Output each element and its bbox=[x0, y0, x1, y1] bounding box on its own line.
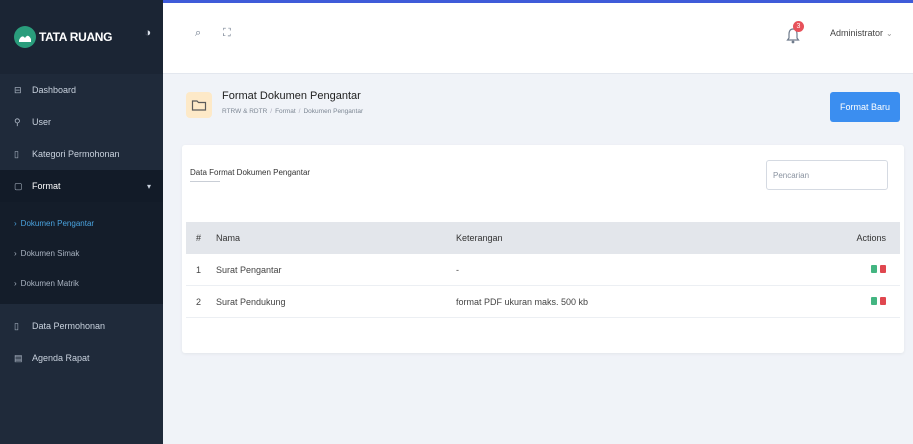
table-header: # Nama Keterangan Actions bbox=[186, 222, 900, 254]
user-icon: ⚲ bbox=[14, 116, 21, 127]
page-title: Format Dokumen Pengantar bbox=[222, 90, 361, 102]
sidebar-item-user[interactable]: ⚲ User bbox=[0, 106, 163, 138]
topbar: ⌕ ⛶ 3 Administrator ⌄ bbox=[163, 0, 913, 74]
sidebar-item-kategori[interactable]: ▯ Kategori Permohonan bbox=[0, 138, 163, 170]
submenu-item-dokumen-pengantar[interactable]: › Dokumen Pengantar bbox=[0, 208, 163, 238]
sidebar-item-agenda-rapat[interactable]: ▤ Agenda Rapat bbox=[0, 342, 163, 374]
brand[interactable]: TATA RUANG ◑ bbox=[0, 0, 163, 74]
submenu-item-label: Dokumen Matrik bbox=[20, 278, 79, 288]
dashboard-icon: ⊟ bbox=[14, 84, 22, 95]
header-actions: Actions bbox=[856, 233, 886, 243]
new-format-button[interactable]: Format Baru bbox=[830, 92, 900, 122]
breadcrumb-item[interactable]: RTRW & RDTR bbox=[222, 108, 267, 115]
bullet-icon: › bbox=[14, 248, 17, 258]
user-name: Administrator bbox=[830, 28, 884, 38]
sidebar-item-label: Kategori Permohonan bbox=[32, 149, 120, 159]
sidebar-item-label: Format bbox=[32, 181, 61, 191]
cell-name: Surat Pendukung bbox=[216, 296, 286, 307]
breadcrumb-separator: / bbox=[270, 108, 273, 115]
header-name[interactable]: Nama bbox=[212, 233, 456, 243]
submenu-item-dokumen-simak[interactable]: › Dokumen Simak bbox=[0, 238, 163, 268]
breadcrumb-item[interactable]: Format bbox=[275, 108, 296, 115]
bullet-icon: › bbox=[14, 278, 17, 288]
brand-name: TATA RUANG bbox=[39, 30, 113, 44]
breadcrumb: RTRW & RDTR / Format / Dokumen Pengantar bbox=[222, 108, 363, 115]
search-icon[interactable]: ⌕ bbox=[195, 27, 201, 40]
submenu-item-label: Dokumen Simak bbox=[20, 248, 80, 258]
cell-name: Surat Pengantar bbox=[216, 264, 282, 275]
breadcrumb-item-current: Dokumen Pengantar bbox=[303, 108, 364, 115]
breadcrumb-separator: / bbox=[298, 108, 301, 115]
card-title: Data Format Dokumen Pengantar bbox=[190, 168, 311, 177]
format-icon: ▢ bbox=[14, 180, 23, 191]
sidebar-item-label: User bbox=[32, 117, 52, 127]
delete-icon[interactable] bbox=[880, 296, 886, 305]
header-no: # bbox=[196, 233, 202, 243]
calendar-icon: ▤ bbox=[14, 352, 23, 363]
sidebar-item-label: Agenda Rapat bbox=[32, 353, 90, 363]
sidebar: TATA RUANG ◑ ⊟ Dashboard ⚲ User ▯ Katego… bbox=[0, 0, 163, 444]
format-table: # Nama Keterangan Actions 1 Surat Pengan… bbox=[186, 222, 900, 318]
sidebar-item-format[interactable]: ▢ Format ▾ bbox=[0, 170, 163, 202]
logo-icon bbox=[14, 26, 36, 48]
edit-icon[interactable] bbox=[871, 296, 877, 305]
cell-no: 1 bbox=[196, 264, 202, 275]
sidebar-menu: ⊟ Dashboard ⚲ User ▯ Kategori Permohonan… bbox=[0, 74, 163, 374]
cell-no: 2 bbox=[196, 296, 202, 307]
user-menu[interactable]: Administrator ⌄ bbox=[830, 28, 893, 38]
sidebar-item-dashboard[interactable]: ⊟ Dashboard bbox=[0, 74, 163, 106]
header-keterangan[interactable]: Keterangan bbox=[456, 233, 836, 243]
cell-keterangan: format PDF ukuran maks. 500 kb bbox=[456, 296, 589, 307]
format-submenu: › Dokumen Pengantar › Dokumen Simak › Do… bbox=[0, 202, 163, 304]
data-icon: ▯ bbox=[14, 320, 19, 331]
cell-actions bbox=[836, 296, 896, 307]
submenu-item-label: Dokumen Pengantar bbox=[20, 218, 95, 228]
sidebar-item-label: Dashboard bbox=[32, 85, 77, 95]
sidebar-item-data-permohonan[interactable]: ▯ Data Permohonan bbox=[0, 310, 163, 342]
table-row: 2 Surat Pendukung format PDF ukuran maks… bbox=[186, 286, 900, 318]
card-title-underline bbox=[190, 181, 220, 182]
bullet-icon: › bbox=[14, 218, 17, 228]
folder-icon bbox=[186, 92, 212, 118]
submenu-item-dokumen-matrik[interactable]: › Dokumen Matrik bbox=[0, 268, 163, 298]
fullscreen-icon[interactable]: ⛶ bbox=[223, 27, 231, 40]
chevron-down-icon: ▾ bbox=[146, 181, 151, 191]
cell-keterangan: - bbox=[456, 264, 459, 275]
category-icon: ▯ bbox=[14, 148, 19, 159]
page-header: Format Dokumen Pengantar RTRW & RDTR / For… bbox=[186, 86, 900, 132]
cell-actions bbox=[836, 264, 896, 275]
sidebar-toggle-icon[interactable]: ◑ bbox=[144, 27, 151, 39]
search-input[interactable]: Pencarian bbox=[766, 160, 888, 190]
notification-badge: 3 bbox=[793, 21, 804, 32]
chevron-down-icon: ⌄ bbox=[886, 29, 893, 38]
table-row: 1 Surat Pengantar - bbox=[186, 254, 900, 286]
delete-icon[interactable] bbox=[880, 264, 886, 273]
data-card: Data Format Dokumen Pengantar Pencarian … bbox=[182, 145, 904, 353]
edit-icon[interactable] bbox=[871, 264, 877, 273]
sidebar-item-label: Data Permohonan bbox=[32, 321, 106, 331]
